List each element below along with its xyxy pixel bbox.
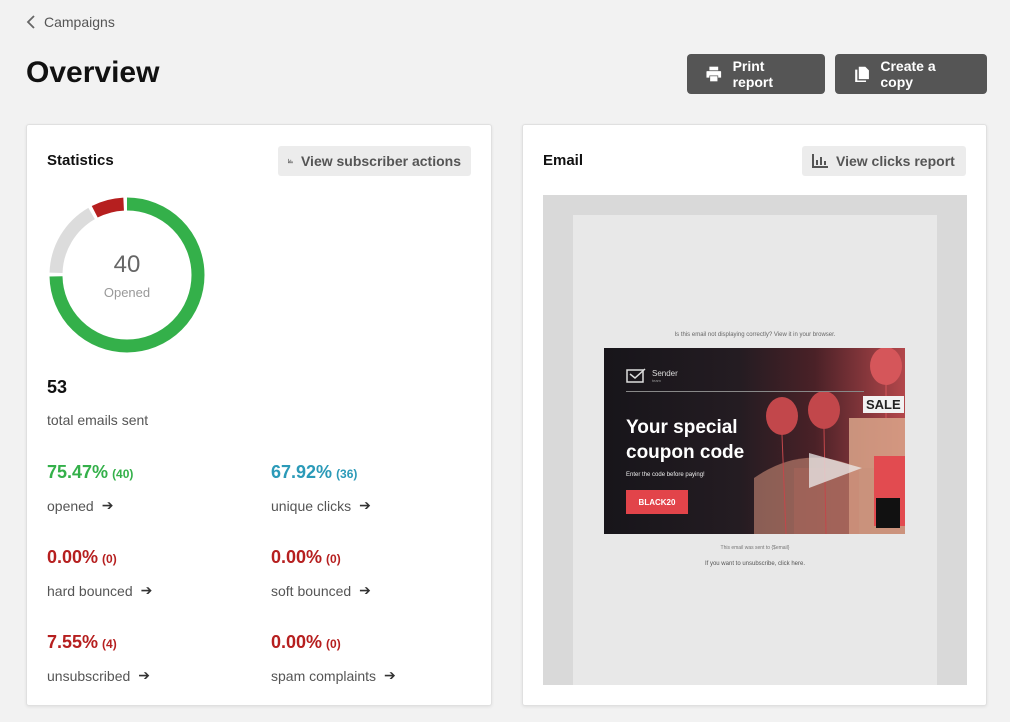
donut-center: 40 Opened (47, 195, 207, 355)
arrow-right-icon: ➔ (101, 497, 114, 513)
copy-icon (855, 66, 869, 82)
metric-pct: 67.92% (271, 462, 333, 482)
brand-name: Sender (652, 368, 678, 378)
metric-label: hard bounced (47, 582, 133, 599)
envelope-check-icon (626, 368, 646, 383)
banner-divider (626, 391, 864, 392)
metric-count: (4) (102, 637, 117, 651)
metric-pct: 75.47% (47, 462, 109, 482)
arrow-right-icon: ➔ (359, 582, 371, 598)
metric-link-hard-bounced[interactable]: hard bounced ➔ (47, 582, 247, 599)
arrow-right-icon: ➔ (384, 667, 396, 683)
donut-number: 40 (113, 250, 141, 278)
metric-pct: 7.55% (47, 632, 99, 652)
metric-unique-clicks: 67.92% (36) unique clicks ➔ (271, 462, 471, 514)
metric-label: soft bounced (271, 582, 352, 599)
metric-link-opened[interactable]: opened ➔ (47, 497, 247, 514)
print-report-label: Print report (732, 58, 774, 90)
arrow-right-icon: ➔ (138, 667, 151, 683)
metric-count: (0) (102, 552, 117, 566)
metric-label: opened (47, 497, 94, 514)
view-subscriber-actions-button[interactable]: View subscriber actions (278, 146, 471, 176)
create-copy-button[interactable]: Create a copy (835, 54, 987, 94)
brand-sub: team (652, 377, 661, 383)
breadcrumb[interactable]: Campaigns (26, 14, 115, 30)
donut-label: Opened (103, 284, 151, 300)
statistics-card: Statistics View subscriber actions 40 Op… (26, 124, 492, 706)
sale-label: SALE (863, 396, 904, 413)
print-report-button[interactable]: Print report (687, 54, 825, 94)
email-preview-body: Is this email not displaying correctly? … (573, 215, 937, 685)
metric-link-unsubscribed[interactable]: unsubscribed ➔ (47, 667, 247, 684)
bar-chart-icon (288, 158, 293, 164)
view-subscriber-actions-label: View subscriber actions (300, 153, 461, 169)
metric-pct: 0.00% (271, 632, 323, 652)
arrow-right-icon: ➔ (359, 497, 371, 513)
page-title: Overview (26, 56, 160, 89)
chevron-left-icon (26, 15, 35, 29)
total-sent-label: total emails sent (47, 412, 149, 428)
metric-label: unique clicks (271, 497, 352, 514)
metric-hard-bounced: 0.00% (0) hard bounced ➔ (47, 547, 247, 599)
metric-label: unsubscribed (47, 667, 131, 684)
metric-pct: 0.00% (271, 547, 323, 567)
metric-link-soft-bounced[interactable]: soft bounced ➔ (271, 582, 471, 599)
view-clicks-report-label: View clicks report (836, 153, 955, 169)
metric-pct: 0.00% (47, 547, 99, 567)
banner-headline: Your special coupon code (626, 417, 745, 463)
statistics-title: Statistics (47, 152, 114, 169)
preview-footer-sent-to: This email was sent to {$email} (720, 545, 790, 551)
email-card: Email View clicks report Is this email n… (522, 124, 987, 706)
metric-label: spam complaints (271, 667, 377, 684)
breadcrumb-label: Campaigns (44, 14, 115, 30)
email-brand: Sender team (626, 368, 678, 384)
preview-unsubscribe-link[interactable]: If you want to unsubscribe, click here. (573, 561, 937, 567)
preview-browser-link-text: Is this email not displaying correctly? … (674, 332, 836, 338)
arrow-right-icon: ➔ (140, 582, 153, 598)
metric-unsubscribed: 7.55% (4) unsubscribed ➔ (47, 632, 247, 684)
banner-subline: Enter the code before paying! (626, 472, 705, 478)
total-sent-value: 53 (47, 377, 68, 397)
bar-chart-icon (812, 154, 828, 168)
metric-link-spam-complaints[interactable]: spam complaints ➔ (271, 667, 471, 684)
metric-count: (40) (112, 467, 134, 481)
email-preview[interactable]: Is this email not displaying correctly? … (543, 195, 967, 685)
coupon-button[interactable]: BLACK20 (626, 490, 688, 514)
email-banner-image: Sender team SALE Your special coupon cod… (604, 348, 905, 534)
metric-count: (0) (326, 637, 341, 651)
metric-count: (0) (326, 552, 341, 566)
view-clicks-report-button[interactable]: View clicks report (802, 146, 966, 176)
metric-count: (36) (336, 467, 358, 481)
metric-soft-bounced: 0.00% (0) soft bounced ➔ (271, 547, 471, 599)
create-copy-label: Create a copy (880, 58, 936, 90)
email-title: Email (543, 152, 584, 169)
metric-opened: 75.47% (40) opened ➔ (47, 462, 247, 514)
metric-link-unique-clicks[interactable]: unique clicks ➔ (271, 497, 471, 514)
printer-icon (706, 66, 722, 82)
metric-spam-complaints: 0.00% (0) spam complaints ➔ (271, 632, 471, 684)
